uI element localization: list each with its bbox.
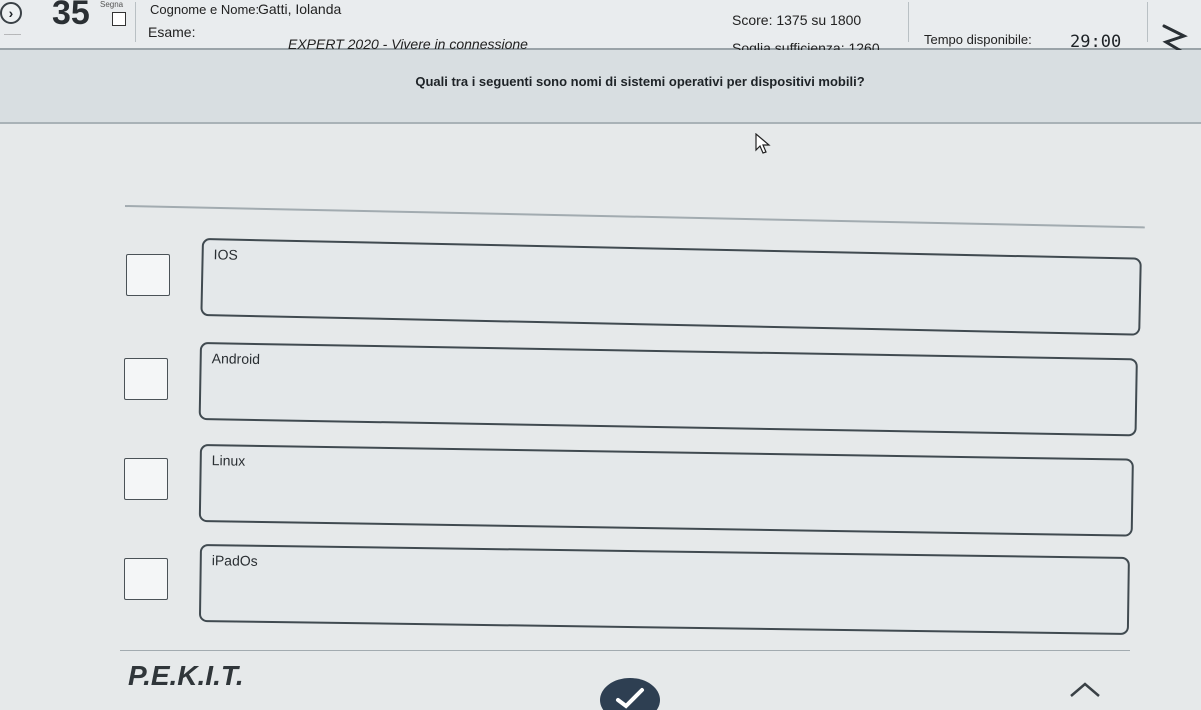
- name-value: Gatti, Iolanda: [258, 1, 342, 17]
- confirm-check-icon[interactable]: [598, 670, 662, 710]
- nav-sub-label: ———: [4, 32, 21, 38]
- option-checkbox-ios[interactable]: [126, 254, 170, 296]
- option-checkbox-android[interactable]: [124, 358, 168, 400]
- option-label: Linux: [211, 452, 246, 469]
- answers-bottom-divider: [120, 650, 1130, 651]
- question-text: Quali tra i seguenti sono nomi di sistem…: [415, 74, 865, 89]
- chevron-right-icon: ›: [8, 5, 14, 21]
- option-checkbox-ipados[interactable]: [124, 558, 168, 600]
- time-remaining: 29:00: [1070, 32, 1122, 52]
- pekit-brand: P.E.K.I.T.: [128, 660, 244, 691]
- option-ipados[interactable]: iPadOs: [198, 544, 1130, 635]
- next-arrow-icon[interactable]: [1065, 676, 1105, 700]
- option-label: iPadOs: [211, 552, 258, 569]
- question-bar: Quali tra i seguenti sono nomi di sistem…: [0, 50, 1201, 124]
- mark-label: Segna: [100, 0, 124, 9]
- header-separator: [135, 2, 136, 42]
- exam-header: › ——— 35 Segna Cognome e Nome: Gatti, Io…: [0, 0, 1201, 56]
- option-label: Android: [211, 350, 261, 368]
- mouse-pointer-icon: [755, 133, 771, 154]
- score-text: Score: 1375 su 1800: [732, 12, 862, 28]
- header-separator: [908, 2, 909, 42]
- time-label: Tempo disponibile:: [924, 32, 1032, 47]
- option-linux[interactable]: Linux: [198, 444, 1134, 537]
- option-checkbox-linux[interactable]: [124, 458, 168, 500]
- option-android[interactable]: Android: [198, 342, 1138, 437]
- answers-top-divider: [124, 205, 1145, 229]
- exam-label: Esame:: [148, 24, 196, 40]
- question-number: 35: [52, 0, 90, 32]
- option-label: IOS: [213, 246, 238, 263]
- option-ios[interactable]: IOS: [200, 238, 1142, 336]
- name-label: Cognome e Nome:: [150, 2, 260, 17]
- mark-question-checkbox[interactable]: [112, 12, 126, 26]
- previous-question-button[interactable]: ›: [0, 2, 22, 24]
- header-separator: [1147, 2, 1148, 42]
